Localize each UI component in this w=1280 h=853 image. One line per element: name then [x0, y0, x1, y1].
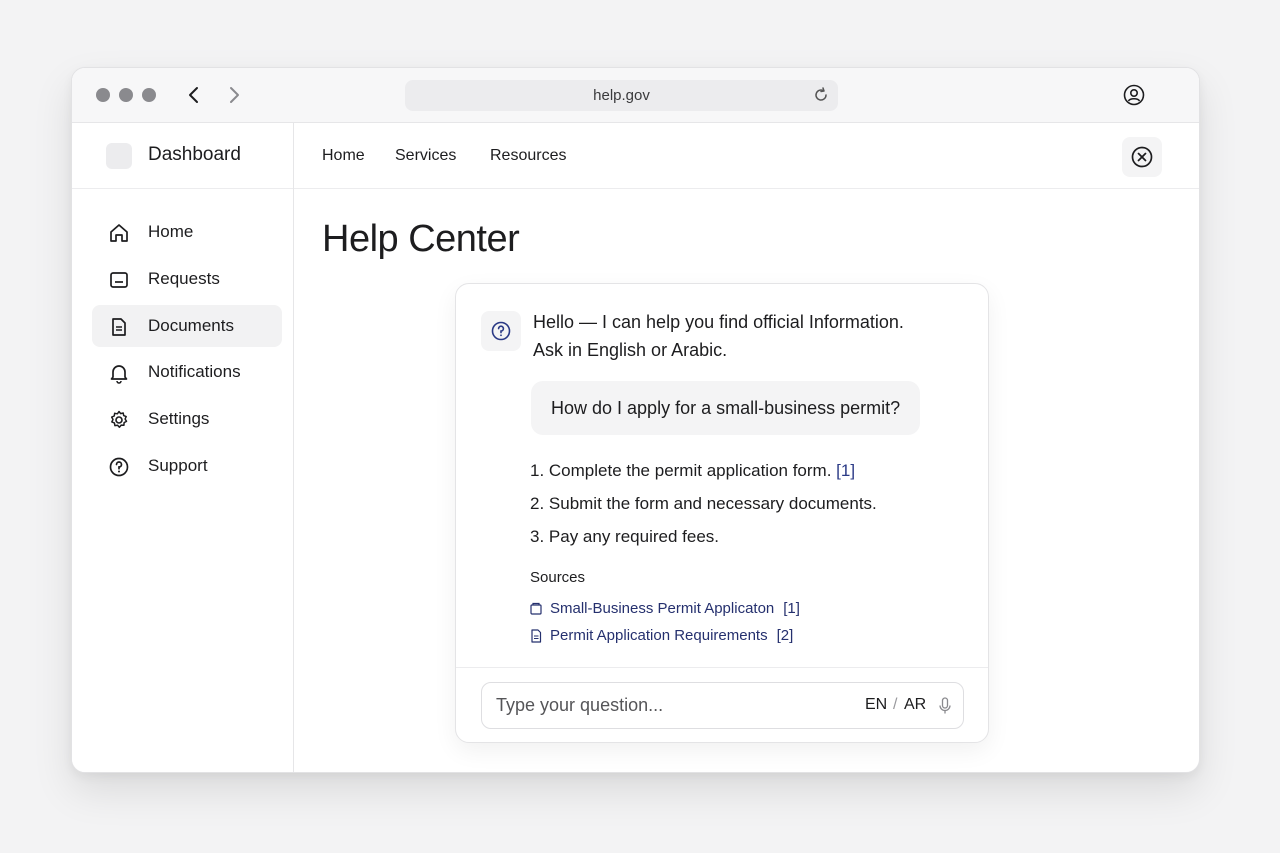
citation-link[interactable]: [1] [836, 461, 855, 480]
lang-ar-toggle[interactable]: AR [904, 696, 926, 714]
window-zoom-dot[interactable] [142, 88, 156, 102]
user-message-text: How do I apply for a small-business perm… [551, 397, 901, 418]
page-title: Help Center [322, 218, 520, 260]
topnav-services-link[interactable]: Services [395, 147, 456, 165]
brand[interactable]: Dashboard [72, 123, 293, 189]
assistant-avatar [481, 311, 521, 351]
sidebar-item-label: Home [148, 222, 194, 241]
browser-titlebar: help.gov [72, 68, 1199, 123]
close-button[interactable] [1122, 137, 1162, 177]
answer-step-text: 3. Pay any required fees. [530, 527, 720, 546]
top-nav: Home Services Resources [294, 123, 1199, 189]
sidebar-item-label: Support [148, 456, 208, 475]
brand-title: Dashboard [148, 144, 241, 165]
chat-divider [456, 667, 988, 668]
source-link[interactable]: Small-Business Permit Applicaton [1] [530, 600, 800, 617]
lang-separator: / [893, 696, 898, 713]
source-link[interactable]: Permit Application Requirements [2] [530, 627, 793, 644]
help-circle-icon [109, 457, 129, 477]
source-ref: [2] [776, 627, 794, 644]
window-minimize-dot[interactable] [119, 88, 133, 102]
account-icon[interactable] [1122, 83, 1146, 107]
bell-icon [110, 365, 128, 384]
answer-step: 2. Submit the form and necessary documen… [530, 487, 970, 520]
sources-heading: Sources [530, 569, 586, 586]
microphone-icon[interactable] [937, 697, 953, 715]
chat-assistant-panel: Hello — I can help you find official Inf… [455, 283, 989, 743]
answer-step-text: 2. Submit the form and necessary documen… [530, 494, 877, 513]
sidebar-item-label: Documents [148, 316, 234, 335]
brand-logo [106, 143, 132, 169]
browser-window: help.gov Dashboard Home Requests Documen… [71, 67, 1200, 773]
topnav-resources-link[interactable]: Resources [490, 147, 566, 165]
greeting-line: Hello — I can help you find official Inf… [533, 312, 904, 332]
sidebar: Dashboard Home Requests Documents Notifi… [72, 123, 294, 772]
sidebar-item-settings[interactable]: Settings [92, 398, 282, 440]
url-text: help.gov [593, 87, 650, 104]
sidebar-item-label: Requests [148, 269, 220, 288]
reload-icon[interactable] [812, 86, 830, 104]
sidebar-item-requests[interactable]: Requests [92, 258, 282, 300]
question-input[interactable] [496, 683, 826, 728]
document-icon [112, 318, 126, 336]
sidebar-item-notifications[interactable]: Notifications [92, 351, 282, 393]
assistant-answer: 1. Complete the permit application form.… [530, 454, 970, 553]
forward-arrow-icon[interactable] [222, 83, 246, 107]
source-title: Small-Business Permit Applicaton [550, 600, 775, 617]
sidebar-item-support[interactable]: Support [92, 445, 282, 487]
lang-en-toggle[interactable]: EN [865, 696, 887, 714]
close-icon [1131, 146, 1153, 168]
sidebar-item-home[interactable]: Home [92, 211, 282, 253]
help-circle-icon [491, 321, 511, 341]
inbox-icon [110, 272, 128, 288]
gear-icon [110, 410, 128, 428]
user-message-bubble: How do I apply for a small-business perm… [531, 381, 921, 435]
sidebar-item-label: Notifications [148, 362, 241, 381]
source-title: Permit Application Requirements [550, 627, 768, 644]
document-icon [531, 628, 542, 643]
back-arrow-icon[interactable] [182, 83, 206, 107]
home-icon [110, 224, 128, 242]
greeting-line: Ask in English or Arabic. [533, 340, 728, 360]
sidebar-item-documents[interactable]: Documents [92, 305, 282, 347]
topnav-home-link[interactable]: Home [322, 147, 365, 165]
source-ref: [1] [783, 600, 800, 617]
answer-step: 1. Complete the permit application form.… [530, 454, 970, 487]
answer-step: 3. Pay any required fees. [530, 520, 970, 553]
question-input-box: EN / AR [481, 682, 964, 729]
answer-step-text: 1. Complete the permit application form. [530, 461, 832, 480]
window-close-dot[interactable] [96, 88, 110, 102]
sidebar-item-label: Settings [148, 409, 210, 428]
address-bar[interactable]: help.gov [405, 80, 838, 111]
folder-icon [530, 602, 542, 615]
assistant-greeting: Hello — I can help you find official Inf… [533, 308, 953, 364]
